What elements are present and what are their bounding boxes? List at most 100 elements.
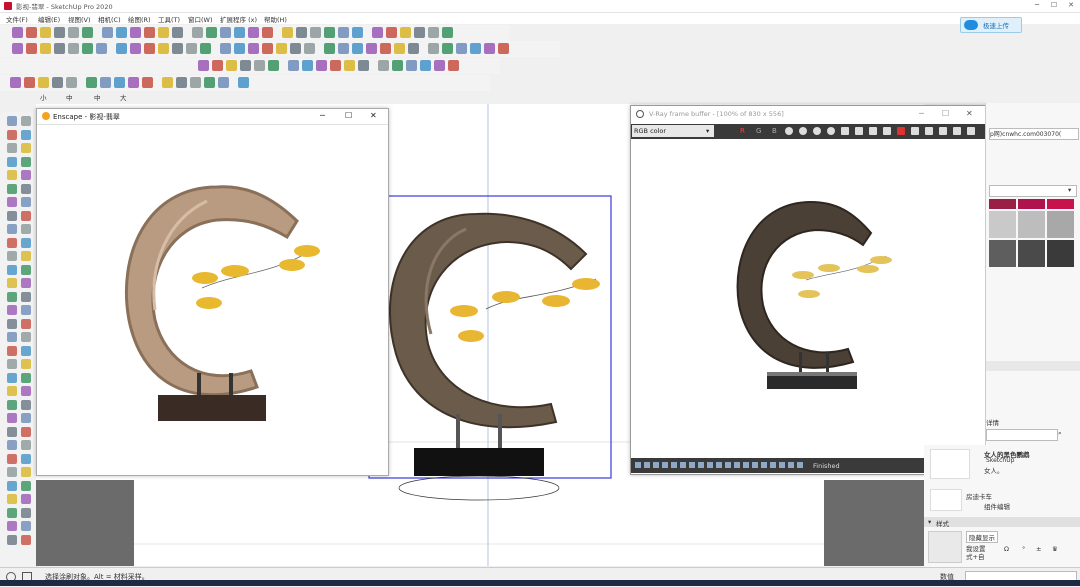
vray-tool-icon[interactable]: [841, 127, 849, 135]
toolbar-tool-icon[interactable]: [128, 77, 139, 88]
toolbar-tool-icon[interactable]: [24, 77, 35, 88]
style-name-field[interactable]: 隐藏显示: [966, 531, 998, 543]
toolbar-tool-icon[interactable]: [330, 60, 341, 71]
material-swatch[interactable]: [1047, 199, 1074, 209]
palette-tool-icon[interactable]: [21, 278, 31, 288]
palette-tool-icon[interactable]: [7, 507, 17, 518]
toolbar-tool-icon[interactable]: [394, 43, 405, 54]
search-icon[interactable]: ⌕: [1058, 429, 1062, 438]
toolbar-tool-icon[interactable]: [372, 27, 383, 38]
toolbar-tool-icon[interactable]: [282, 27, 293, 38]
palette-tool-icon[interactable]: [7, 453, 17, 464]
vray-tool-icon[interactable]: [911, 127, 919, 135]
toolbar-tool-icon[interactable]: [324, 43, 335, 54]
toolbar-tool-icon[interactable]: [190, 77, 201, 88]
palette-tool-icon[interactable]: [7, 521, 17, 531]
toolbar-tool-icon[interactable]: [234, 27, 245, 38]
toolbar-tool-icon[interactable]: [234, 43, 245, 54]
toolbar-tool-icon[interactable]: [102, 27, 113, 38]
palette-tool-icon[interactable]: [7, 426, 17, 437]
vray-status-icon[interactable]: [743, 462, 749, 468]
palette-tool-icon[interactable]: [7, 197, 17, 207]
toolbar-tool-icon[interactable]: [220, 27, 231, 38]
toolbar-tool-icon[interactable]: [344, 60, 355, 71]
enscape-maximize-button[interactable]: ☐: [345, 111, 352, 120]
toolbar-tool-icon[interactable]: [392, 60, 403, 71]
toolbar-tool-icon[interactable]: [82, 27, 93, 38]
toolbar-tool-icon[interactable]: [12, 43, 23, 54]
palette-tool-icon[interactable]: [7, 480, 17, 491]
palette-tool-icon[interactable]: [21, 264, 31, 275]
toolbar-tool-icon[interactable]: [198, 60, 209, 71]
material-swatch[interactable]: [989, 199, 1016, 209]
palette-tool-icon[interactable]: [21, 210, 31, 221]
toolbar-tool-icon[interactable]: [200, 43, 211, 54]
toolbar-tool-icon[interactable]: [116, 43, 127, 54]
cloud-upload-button[interactable]: 极速上传: [960, 17, 1022, 33]
palette-tool-icon[interactable]: [21, 521, 31, 531]
palette-tool-icon[interactable]: [7, 494, 17, 504]
toolbar-tool-icon[interactable]: [414, 27, 425, 38]
palette-tool-icon[interactable]: [21, 224, 31, 234]
vray-status-icon[interactable]: [770, 462, 776, 468]
vray-status-icon[interactable]: [698, 462, 704, 468]
toolbar-tool-icon[interactable]: [268, 60, 279, 71]
vray-tool-icon[interactable]: [967, 127, 975, 135]
toolbar-tool-icon[interactable]: [192, 27, 203, 38]
menu-camera[interactable]: 相机(C): [98, 14, 121, 24]
material-swatch[interactable]: [1018, 199, 1045, 209]
vray-status-icon[interactable]: [689, 462, 695, 468]
palette-tool-icon[interactable]: [21, 507, 31, 518]
vray-maximize-button[interactable]: ☐: [942, 109, 949, 118]
vray-tool-icon[interactable]: [939, 127, 947, 135]
palette-tool-icon[interactable]: [21, 413, 31, 423]
palette-tool-icon[interactable]: [7, 413, 17, 423]
toolbar-tool-icon[interactable]: [114, 77, 125, 88]
toolbar-tool-icon[interactable]: [456, 43, 467, 54]
toolbar-tool-icon[interactable]: [254, 60, 265, 71]
toolbar-tool-icon[interactable]: [162, 77, 173, 88]
palette-tool-icon[interactable]: [7, 318, 17, 329]
toolbar-tool-icon[interactable]: [144, 43, 155, 54]
toolbar-tool-icon[interactable]: [352, 43, 363, 54]
toolbar-tool-icon[interactable]: [420, 60, 431, 71]
palette-tool-icon[interactable]: [7, 237, 17, 248]
toolbar-tool-icon[interactable]: [290, 43, 301, 54]
material-swatch[interactable]: [1047, 240, 1074, 267]
palette-tool-icon[interactable]: [7, 305, 17, 315]
vray-tool-icon[interactable]: [883, 127, 891, 135]
style-thumbnail-icon[interactable]: [928, 531, 962, 563]
palette-tool-icon[interactable]: [21, 183, 31, 194]
toolbar-tool-icon[interactable]: [26, 43, 37, 54]
minimize-button[interactable]: ─: [1030, 1, 1044, 9]
menu-edit[interactable]: 编辑(E): [38, 14, 60, 24]
toolbar-tool-icon[interactable]: [428, 43, 439, 54]
toolbar-tool-icon[interactable]: [276, 43, 287, 54]
toolbar-tool-icon[interactable]: [226, 60, 237, 71]
vray-status-icon[interactable]: [653, 462, 659, 468]
palette-tool-icon[interactable]: [7, 129, 17, 140]
menu-view[interactable]: 视图(V): [68, 14, 91, 24]
menu-file[interactable]: 文件(F): [6, 14, 28, 24]
palette-tool-icon[interactable]: [21, 399, 31, 410]
toolbar-tool-icon[interactable]: [158, 27, 169, 38]
toolbar-tool-icon[interactable]: [406, 60, 417, 71]
toolbar-tool-icon[interactable]: [248, 27, 259, 38]
model-thumbnail[interactable]: [930, 449, 970, 479]
palette-tool-icon[interactable]: [7, 170, 17, 180]
toolbar-tool-icon[interactable]: [380, 43, 391, 54]
palette-tool-icon[interactable]: [7, 183, 17, 194]
toolbar-tool-icon[interactable]: [52, 77, 63, 88]
vray-status-icon[interactable]: [662, 462, 668, 468]
palette-tool-icon[interactable]: [7, 372, 17, 383]
vray-status-icon[interactable]: [671, 462, 677, 468]
search-input[interactable]: [986, 429, 1058, 441]
toolbar-tool-icon[interactable]: [220, 43, 231, 54]
palette-tool-icon[interactable]: [7, 291, 17, 302]
toolbar-tool-icon[interactable]: [310, 27, 321, 38]
vray-status-icon[interactable]: [707, 462, 713, 468]
palette-tool-icon[interactable]: [21, 386, 31, 396]
toolbar-tool-icon[interactable]: [38, 77, 49, 88]
palette-tool-icon[interactable]: [7, 278, 17, 288]
vray-tool-icon[interactable]: [827, 127, 835, 135]
